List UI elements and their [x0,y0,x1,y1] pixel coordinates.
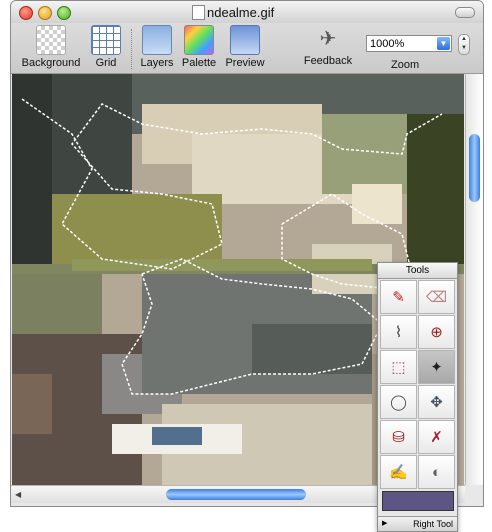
vertical-scrollbar[interactable] [465,74,483,485]
right-tool-label: Right Tool [413,519,453,529]
draw-shape-tool[interactable]: ✍ [380,455,417,489]
preview-button[interactable]: Preview [223,25,267,69]
tools-palette: Tools ✎ ⌫ ⌇ ⊕ ⬚ ✦ ◯ ✥ ⛁ ✗ ✍ ◐ ▶ Right Tool [377,262,458,532]
grid-label: Grid [95,57,117,69]
zoom-select[interactable]: 1000% ▼ [366,35,452,52]
bucket-icon: ⛁ [392,429,405,446]
move-tool[interactable]: ✥ [418,385,455,419]
shape-pencil-icon: ✍ [389,464,408,481]
toolbar-toggle-button[interactable] [455,7,475,18]
background-button[interactable]: Background [21,25,81,69]
rect-select-tool[interactable]: ⬚ [380,350,417,384]
window-title: ndealme.gif [207,5,275,20]
background-icon [36,25,66,55]
right-tool-bar[interactable]: ▶ Right Tool [378,516,457,531]
pencil-tool[interactable]: ✎ [380,280,417,314]
palette-button[interactable]: Palette [179,25,219,69]
horizontal-scroll-thumb[interactable] [166,489,306,500]
fill-tool[interactable]: ⛁ [380,420,417,454]
minimize-button[interactable] [38,6,52,20]
lasso-icon: ◯ [390,394,407,411]
rect-select-icon: ⬚ [391,359,406,376]
replace-color-tool[interactable]: ✗ [418,420,455,454]
zoom-stepper[interactable]: ▲ ▼ [458,34,470,55]
toolbar-separator [131,29,132,69]
zoom-value: 1000% [370,38,405,50]
zoom-window-button[interactable] [57,6,71,20]
layers-icon [142,25,172,55]
document-icon [192,5,205,20]
eraser-tool[interactable]: ⌫ [418,280,455,314]
move-icon: ✥ [430,394,443,411]
eyedropper-icon: ⌇ [394,324,403,341]
disclosure-triangle-icon[interactable]: ▶ [382,517,387,531]
palette-label: Palette [181,57,217,69]
pencil-icon: ✎ [392,289,405,306]
color-eraser-tool[interactable]: ◐ [418,455,455,489]
background-label: Background [21,57,81,69]
magic-wand-icon: ✦ [430,359,443,376]
toolbar: Background Grid Layers Palette Preview ✈… [11,23,483,74]
layers-label: Layers [140,57,174,69]
chevron-down-icon: ▼ [437,37,450,50]
eyedropper-tool[interactable]: ⌇ [380,315,417,349]
lasso-tool[interactable]: ◯ [380,385,417,419]
feedback-label: Feedback [303,55,353,67]
eraser-icon: ⌫ [425,289,448,306]
preview-label: Preview [225,57,265,69]
zoom-tool[interactable]: ⊕ [418,315,455,349]
replace-color-icon: ✗ [430,429,443,446]
current-color-swatch[interactable] [382,491,454,511]
tools-title: Tools [378,263,457,279]
layers-button[interactable]: Layers [139,25,175,69]
feedback-icon: ✈ [319,28,337,50]
title-bar[interactable]: ndealme.gif [11,1,483,23]
grid-button[interactable]: Grid [89,25,123,69]
vertical-scroll-thumb[interactable] [469,134,480,202]
close-button[interactable] [19,6,33,20]
magic-wand-tool[interactable]: ✦ [418,350,455,384]
preview-icon [230,25,260,55]
palette-icon [184,25,214,55]
scroll-left-icon[interactable]: ◀ [15,490,21,499]
tool-grid: ✎ ⌫ ⌇ ⊕ ⬚ ✦ ◯ ✥ ⛁ ✗ ✍ ◐ [380,280,455,489]
grid-icon [91,25,121,55]
magnifier-icon: ⊕ [430,324,443,341]
color-eraser-icon: ◐ [431,463,442,481]
feedback-button[interactable]: ✈ Feedback [303,25,353,67]
zoom-label: Zoom [391,59,420,71]
